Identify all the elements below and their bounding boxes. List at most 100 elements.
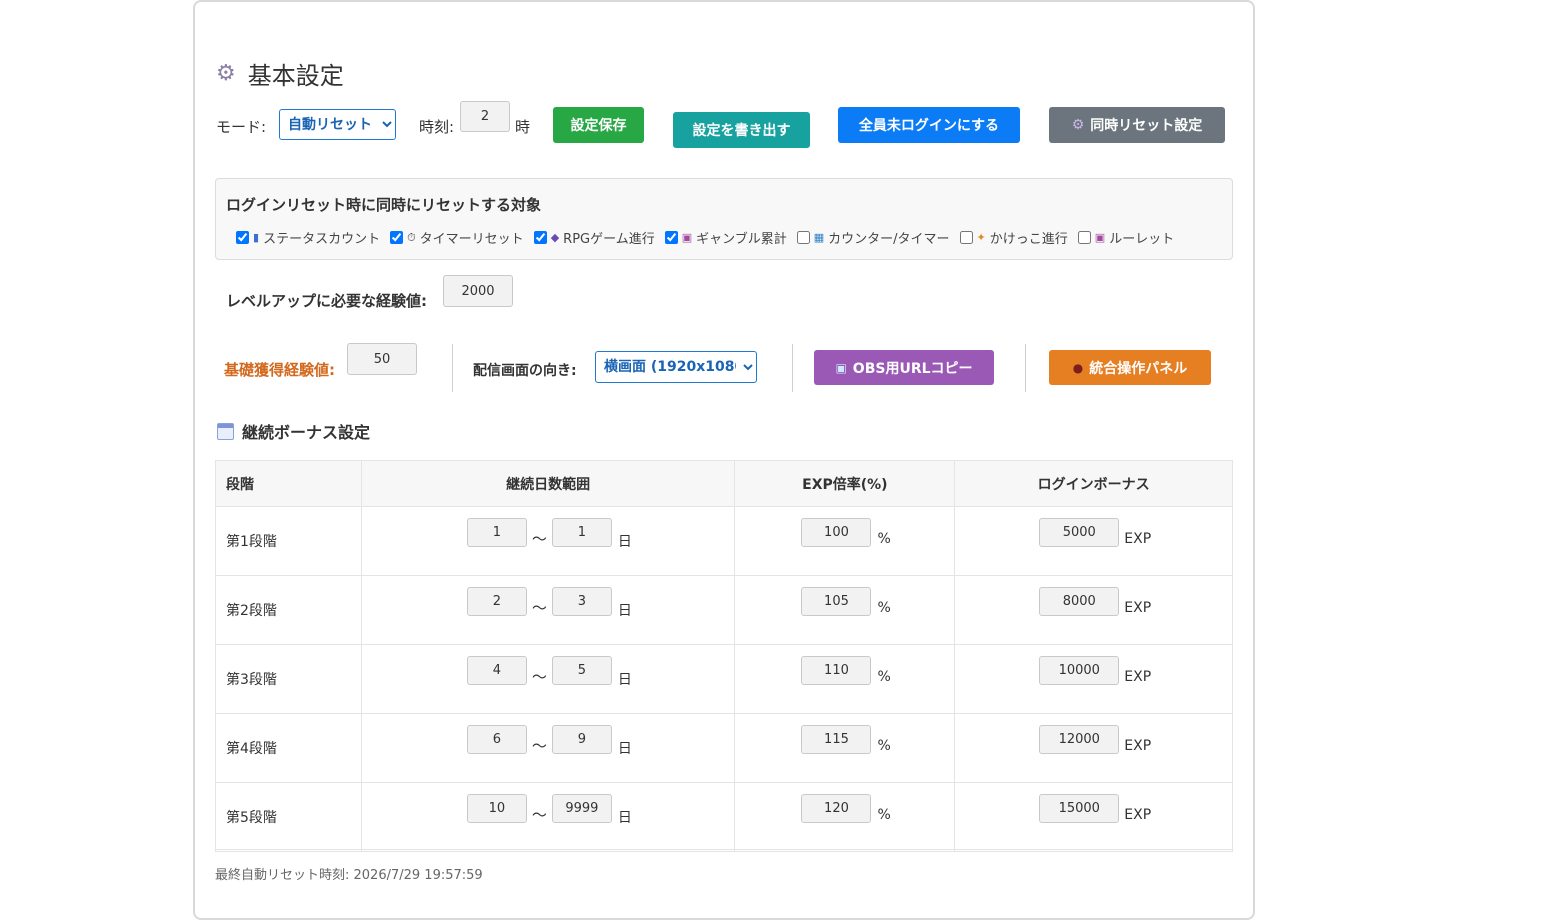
time-label: 時刻: [419,118,455,136]
option-roulette[interactable]: ▣ ルーレット [1077,228,1175,247]
exp-unit: EXP [1124,600,1152,616]
option-label: ギャンブル累計 [696,232,787,247]
chart-icon: ▮ [253,231,260,244]
option-gamble[interactable]: ▣ ギャンブル累計 [664,228,787,247]
rate-input[interactable]: 115 [801,725,872,754]
bonus-input[interactable]: 5000 [1039,518,1120,547]
bonus-cell: 8000 EXP [954,575,1233,645]
days-from-input[interactable]: 1 [466,518,527,547]
orientation-select[interactable]: 横画面 (1920x1080) [595,351,757,383]
rate-input[interactable]: 120 [801,794,872,823]
option-rpg[interactable]: ◆ RPGゲーム進行 [533,228,655,247]
days-from-input[interactable]: 2 [466,587,527,616]
bonus-section-header: 継続ボーナス設定 [217,419,370,443]
roulette-checkbox[interactable] [1077,231,1091,244]
race-checkbox[interactable] [959,231,973,244]
table-header-row: 段階 継続日数範囲 EXP倍率(%) ログインボーナス [215,460,1233,507]
tilde: 〜 [531,668,547,686]
rate-cell: 110 % [734,644,956,714]
exp-unit: EXP [1124,669,1152,685]
section-header: ⚙ 基本設定 [216,56,344,91]
save-button[interactable]: 設定保存 [553,107,644,143]
days-cell: 10 〜 9999 日 [360,782,736,852]
stage-cell: 第4段階 [215,713,362,783]
base-exp-input[interactable] [347,343,417,375]
stage-cell: 第3段階 [215,644,362,714]
option-status-count[interactable]: ▮ ステータスカウント [236,228,380,247]
option-label: RPGゲーム進行 [563,232,655,247]
export-button[interactable]: 設定を書き出す [673,112,810,148]
reset-targets-options: ▮ ステータスカウント ⏱ タイマーリセット ◆ RPGゲーム進行 ▣ ギャンブ… [236,228,1184,247]
stopwatch-icon: ⏱ [407,230,416,244]
days-cell: 2 〜 3 日 [360,575,736,645]
divider [1025,344,1026,392]
rate-cell: 115 % [734,713,956,783]
tilde: 〜 [531,530,547,548]
gear-icon: ⚙ [216,61,236,86]
sync-reset-label: 同時リセット設定 [1090,118,1203,134]
control-panel-button[interactable]: ● 統合操作パネル [1049,350,1211,385]
rate-cell: 105 % [734,575,956,645]
counter-icon: ▦ [813,231,825,244]
slot-icon: ▣ [1094,231,1106,244]
header-rate: EXP倍率(%) [734,460,956,507]
rate-input[interactable]: 100 [801,518,872,547]
day-unit: 日 [617,534,632,550]
runner-icon: ✦ [976,231,986,244]
days-cell: 1 〜 1 日 [360,506,736,576]
bonus-input[interactable]: 15000 [1039,794,1120,823]
counter-timer-checkbox[interactable] [796,231,810,244]
pct-unit: % [877,600,891,616]
slot-icon: ▣ [681,231,693,244]
levelup-label: レベルアップに必要な経験値: [226,292,427,310]
exp-unit: EXP [1124,807,1152,823]
day-unit: 日 [617,741,632,757]
days-to-input[interactable]: 9 [551,725,612,754]
option-label: カウンター/タイマー [828,232,950,247]
rate-input[interactable]: 105 [801,587,872,616]
time-input[interactable] [460,101,510,132]
reset-targets-box: ログインリセット時に同時にリセットする対象 ▮ ステータスカウント ⏱ タイマー… [215,178,1233,260]
status-count-checkbox[interactable] [236,231,249,244]
days-to-input[interactable]: 3 [551,587,612,616]
pct-unit: % [877,807,891,823]
sync-reset-button[interactable]: ⚙ 同時リセット設定 [1049,107,1225,143]
days-to-input[interactable]: 1 [551,518,612,547]
levelup-input[interactable] [443,275,513,307]
stage-cell: 第2段階 [215,575,362,645]
rate-input[interactable]: 110 [801,656,872,685]
gamepad-icon: ◆ [550,231,560,244]
days-to-input[interactable]: 9999 [551,794,612,823]
obs-url-label: OBS用URLコピー [852,360,973,377]
time-unit: 時 [515,118,531,136]
mode-select[interactable]: 自動リセット [279,109,396,140]
tilde: 〜 [531,806,547,824]
bonus-input[interactable]: 12000 [1039,725,1120,754]
pct-unit: % [877,669,891,685]
logout-all-button[interactable]: 全員未ログインにする [838,107,1020,143]
days-from-input[interactable]: 4 [466,656,527,685]
bonus-input[interactable]: 10000 [1039,656,1120,685]
obs-url-copy-button[interactable]: ▣ OBS用URLコピー [814,350,994,385]
day-unit: 日 [617,672,632,688]
gamble-checkbox[interactable] [664,231,678,244]
joystick-icon: ● [1072,360,1084,375]
table-row: 第2段階 2 〜 3 日 105 % 8000 EXP [215,575,1233,645]
option-label: ルーレット [1109,232,1175,247]
timer-reset-checkbox[interactable] [390,231,404,244]
rate-cell: 120 % [734,782,956,852]
option-race[interactable]: ✦ かけっこ進行 [959,228,1068,247]
days-to-input[interactable]: 5 [551,656,612,685]
page-title: 基本設定 [247,62,344,90]
header-days: 継続日数範囲 [360,460,736,507]
bonus-input[interactable]: 8000 [1039,587,1120,616]
reset-targets-header: ログインリセット時に同時にリセットする対象 [226,196,542,214]
pct-unit: % [877,531,891,547]
bonus-cell: 15000 EXP [954,782,1233,852]
option-counter-timer[interactable]: ▦ カウンター/タイマー [796,228,950,247]
days-from-input[interactable]: 6 [466,725,527,754]
option-label: タイマーリセット [419,232,524,247]
days-from-input[interactable]: 10 [466,794,527,823]
rpg-checkbox[interactable] [533,231,547,244]
option-timer-reset[interactable]: ⏱ タイマーリセット [390,228,524,247]
